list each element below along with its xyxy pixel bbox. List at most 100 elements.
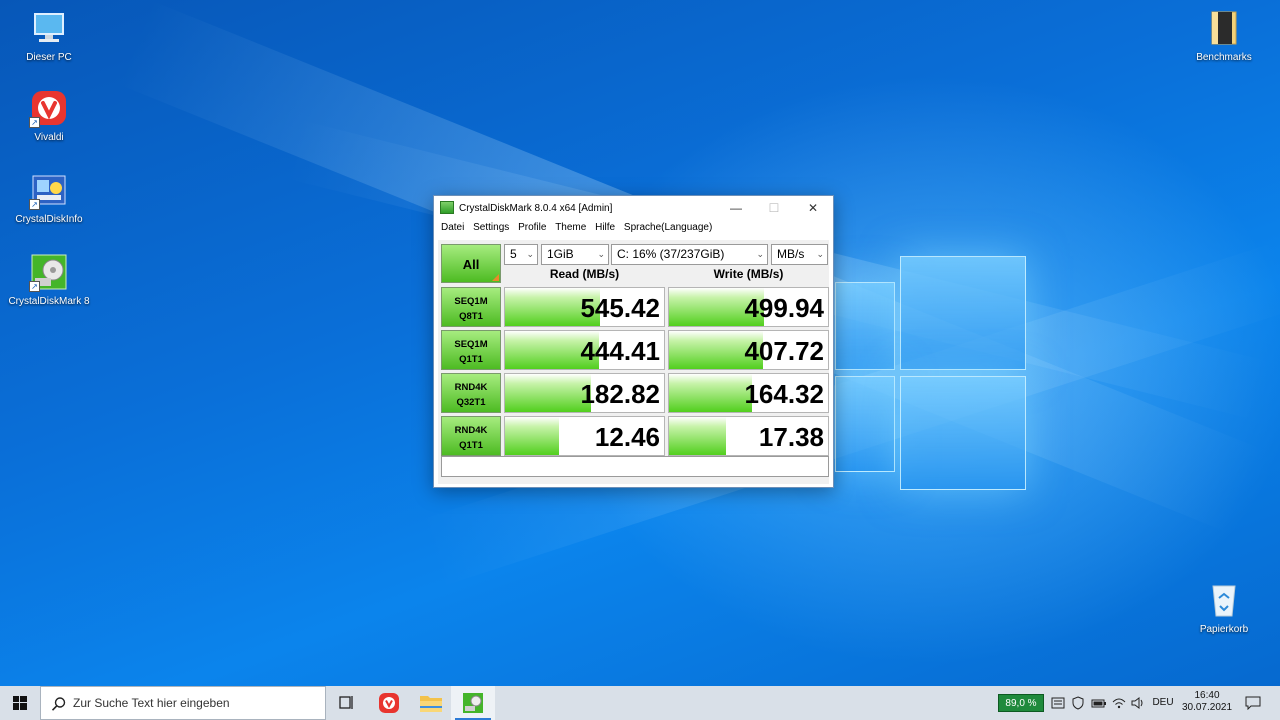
write-result-value: 164.32	[744, 379, 824, 409]
read-result-bar	[505, 417, 560, 455]
desktop-icon-papierkorb[interactable]: Papierkorb	[1176, 580, 1272, 635]
taskbar-file-explorer[interactable]	[409, 686, 453, 720]
taskbar-crystaldiskmark[interactable]	[451, 686, 495, 720]
input-language[interactable]: DEU	[1149, 686, 1177, 720]
crystaldiskmark-window[interactable]: CrystalDiskMark 8.0.4 x64 [Admin] — ☐ ✕ …	[433, 195, 834, 488]
tray-security[interactable]	[1069, 686, 1087, 720]
unit-select[interactable]: MB/s ⌄	[771, 244, 828, 265]
menu-theme[interactable]: Theme	[552, 220, 589, 235]
recycle-bin-icon	[1204, 580, 1244, 620]
test-button-line1: RND4K	[454, 425, 488, 436]
count-select-value: 5	[510, 247, 517, 261]
task-view-icon	[339, 696, 353, 709]
write-result-bar	[669, 374, 752, 412]
write-header: Write (MB/s)	[713, 267, 784, 281]
vivaldi-icon	[379, 693, 399, 713]
test-button-seq1m-q1t1[interactable]: SEQ1M Q1T1	[441, 330, 501, 370]
clock-date: 30.07.2021	[1181, 702, 1233, 713]
desktop-icon-crystaldiskinfo[interactable]: ↗ CrystalDiskInfo	[1, 170, 97, 225]
action-center-button[interactable]	[1240, 686, 1266, 720]
corner-marker-icon	[492, 274, 499, 281]
count-select[interactable]: 5 ⌄	[504, 244, 538, 265]
test-button-line1: RND4K	[454, 382, 488, 393]
tray-battery[interactable]	[1089, 686, 1109, 720]
benchmark-panel: All 5 ⌄ 1GiB ⌄ C: 16% (37/237GiB) ⌄ MB/s…	[438, 240, 829, 484]
tray-volume[interactable]	[1129, 686, 1147, 720]
crystaldiskmark-icon: ↗	[29, 252, 69, 292]
shortcut-arrow-icon: ↗	[29, 281, 40, 292]
write-result-cell: 499.94	[668, 287, 829, 327]
shield-icon	[1072, 696, 1084, 710]
folder-icon	[420, 696, 442, 712]
desktop-icon-vivaldi[interactable]: ↗ Vivaldi	[1, 88, 97, 143]
taskbar-vivaldi[interactable]	[367, 686, 411, 720]
write-result-bar	[669, 417, 727, 455]
write-result-cell: 407.72	[668, 330, 829, 370]
desktop-icon-benchmarks[interactable]: Benchmarks	[1176, 8, 1272, 63]
menu-settings[interactable]: Settings	[470, 220, 512, 235]
search-placeholder: Zur Suche Text hier eingeben	[73, 696, 230, 710]
read-result-cell: 545.42	[504, 287, 665, 327]
taskbar: Zur Suche Text hier eingeben 89,0 % DEU …	[0, 686, 1280, 720]
test-button-line2: Q8T1	[459, 311, 483, 322]
crystaldiskmark-icon	[463, 693, 483, 713]
menu-datei[interactable]: Datei	[438, 220, 467, 235]
test-button-seq1m-q8t1[interactable]: SEQ1M Q8T1	[441, 287, 501, 327]
read-result-value: 12.46	[594, 422, 660, 452]
clock[interactable]: 16:40 30.07.2021	[1180, 686, 1234, 720]
write-result-cell: 164.32	[668, 373, 829, 413]
task-view-button[interactable]	[324, 686, 368, 720]
windows-logo-pane	[835, 376, 895, 472]
read-header: Read (MB/s)	[549, 267, 620, 281]
menu-hilfe[interactable]: Hilfe	[592, 220, 618, 235]
desktop-icon-label: Papierkorb	[1199, 624, 1249, 635]
maximize-button[interactable]: ☐	[754, 196, 794, 220]
test-button-line1: SEQ1M	[454, 296, 488, 307]
desktop-icon-dieser-pc[interactable]: Dieser PC	[1, 8, 97, 63]
drive-select-value: C: 16% (37/237GiB)	[617, 247, 725, 261]
storage-icon	[1051, 697, 1065, 709]
drive-select[interactable]: C: 16% (37/237GiB) ⌄	[611, 244, 768, 265]
tray-app-icon[interactable]	[1049, 686, 1067, 720]
write-result-value: 17.38	[758, 422, 824, 452]
desktop-icon-crystaldiskmark[interactable]: ↗ CrystalDiskMark 8	[1, 252, 97, 307]
test-button-line2: Q1T1	[459, 354, 483, 365]
read-result-value: 444.41	[580, 336, 660, 366]
notification-icon	[1245, 696, 1261, 711]
comment-input[interactable]	[441, 456, 829, 477]
chevron-down-icon: ⌄	[756, 249, 764, 259]
test-button-line2: Q32T1	[456, 397, 486, 408]
start-button[interactable]	[0, 686, 40, 720]
menu-language[interactable]: Sprache(Language)	[621, 220, 715, 235]
vivaldi-icon: ↗	[29, 88, 69, 128]
windows-logo-pane	[900, 376, 1026, 490]
taskbar-search-box[interactable]: Zur Suche Text hier eingeben	[40, 686, 326, 720]
chevron-down-icon: ⌄	[816, 249, 824, 259]
write-result-value: 499.94	[744, 293, 824, 323]
folder-icon	[1204, 8, 1244, 48]
close-button[interactable]: ✕	[793, 196, 833, 220]
size-select-value: 1GiB	[547, 247, 574, 261]
battery-icon	[1091, 699, 1106, 708]
chevron-down-icon: ⌄	[526, 249, 534, 259]
shortcut-arrow-icon: ↗	[29, 117, 40, 128]
test-button-line1: SEQ1M	[454, 339, 488, 350]
minimize-button[interactable]: —	[716, 196, 756, 220]
write-result-cell: 17.38	[668, 416, 829, 456]
title-bar[interactable]: CrystalDiskMark 8.0.4 x64 [Admin] — ☐ ✕	[434, 196, 833, 220]
test-button-rnd4k-q1t1[interactable]: RND4K Q1T1	[441, 416, 501, 456]
test-button-rnd4k-q32t1[interactable]: RND4K Q32T1	[441, 373, 501, 413]
read-result-value: 545.42	[580, 293, 660, 323]
all-button[interactable]: All	[441, 244, 501, 283]
desktop-icon-label: Benchmarks	[1196, 52, 1252, 63]
speaker-icon	[1131, 697, 1143, 709]
read-result-bar	[505, 374, 591, 412]
size-select[interactable]: 1GiB ⌄	[541, 244, 609, 265]
desktop-icon-label: CrystalDiskMark 8	[8, 296, 90, 307]
app-icon	[440, 201, 454, 214]
battery-percentage[interactable]: 89,0 %	[998, 694, 1044, 712]
all-button-label: All	[462, 257, 480, 272]
tray-network[interactable]	[1110, 686, 1128, 720]
windows-icon	[13, 696, 27, 710]
menu-profile[interactable]: Profile	[515, 220, 549, 235]
